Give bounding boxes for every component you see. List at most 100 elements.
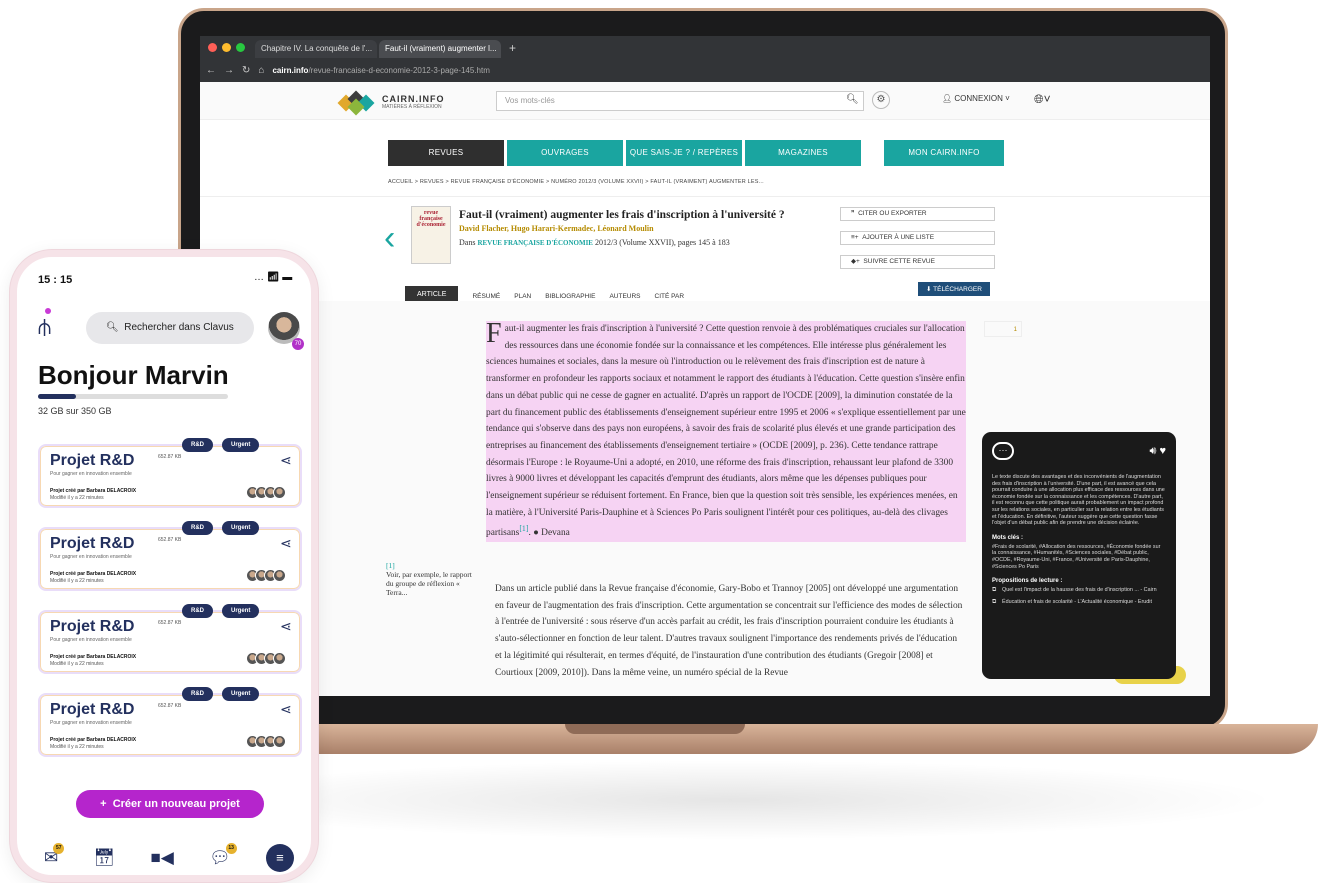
nav-3[interactable]: Magazines bbox=[745, 140, 861, 166]
video-icon[interactable]: ■◀ bbox=[150, 848, 173, 868]
card-size: 652.87 KB bbox=[158, 703, 182, 709]
home-icon[interactable]: ⌂ bbox=[258, 65, 264, 76]
article-source: Dans Revue française d'économie 2012/3 (… bbox=[459, 238, 730, 247]
browser-chrome: Chapitre IV. La conquête de l'... Faut-i… bbox=[200, 36, 1210, 82]
card-size: 652.87 KB bbox=[158, 537, 182, 543]
tag-urgent: Urgent bbox=[222, 687, 260, 701]
back-chevron-icon[interactable]: ‹ bbox=[384, 221, 395, 255]
laptop-shadow bbox=[180, 760, 1280, 840]
card-modified: Modifié il y a 22 minutes bbox=[50, 661, 104, 667]
card-size: 652.87 KB bbox=[158, 454, 182, 460]
footnote-ref[interactable]: [1] bbox=[519, 524, 528, 533]
keywords-list[interactable]: #Frais de scolarité, #Allocation des res… bbox=[992, 544, 1166, 570]
journal-link[interactable]: Revue française d'économie bbox=[477, 239, 593, 247]
calendar-icon[interactable]: 📅︎ bbox=[94, 848, 116, 868]
search-input[interactable]: Vos mots-clés bbox=[496, 91, 864, 111]
share-icon[interactable]: ⋖ bbox=[280, 618, 292, 635]
reco-link[interactable]: Quel est l'impact de la hausse des frais… bbox=[992, 587, 1166, 594]
card-size: 652.87 KB bbox=[158, 620, 182, 626]
url-text[interactable]: cairn.info/revue-francaise-d-economie-20… bbox=[272, 66, 489, 75]
card-author: Projet créé par Barbara DELACROIX bbox=[50, 488, 137, 494]
share-icon[interactable]: ⋖ bbox=[280, 452, 292, 469]
phone-mockup: 15 : 15 … 📶︎ ▬ ⫛ 🔍︎ Rechercher dans Clav… bbox=[10, 250, 318, 882]
ai-summary-panel: ··· 🔊︎ ♥ Le texte discute des avantages … bbox=[982, 432, 1176, 679]
tag-rd: R&D bbox=[182, 687, 213, 701]
avatar-badge: 70 bbox=[292, 338, 304, 350]
tag-urgent: Urgent bbox=[222, 604, 260, 618]
language-globe-icon[interactable]: 🌐︎˅ bbox=[1034, 92, 1051, 107]
storage-bar bbox=[38, 394, 228, 399]
main-nav: Revues Ouvrages Que sais-je ? / Repères Mag… bbox=[388, 140, 1004, 166]
member-avatars[interactable] bbox=[246, 569, 286, 582]
tag-rd: R&D bbox=[182, 521, 213, 535]
project-card[interactable]: R&D Urgent Projet R&D 652.87 KB Pour gag… bbox=[38, 521, 302, 591]
chat-icon[interactable]: 💬︎ 13 bbox=[209, 843, 237, 868]
tag-rd: R&D bbox=[182, 604, 213, 618]
card-title: Projet R&D bbox=[50, 618, 135, 635]
heart-icon[interactable]: ♥ bbox=[1159, 445, 1166, 457]
highlighted-paragraph[interactable]: Faut-il augmenter les frais d'inscriptio… bbox=[486, 320, 966, 543]
browser-window: Chapitre IV. La conquête de l'... Faut-i… bbox=[200, 36, 1210, 696]
reco-link[interactable]: Éducation et frais de scolarité - L'Actu… bbox=[992, 599, 1166, 606]
logo-text: CAIRN.INFO bbox=[382, 94, 445, 104]
mail-icon[interactable]: ✉ 57 bbox=[44, 843, 65, 868]
cite-export-button[interactable]: ❞ Citer ou exporter bbox=[840, 207, 995, 221]
browser-tab-2[interactable]: Faut-il (vraiment) augmenter l... bbox=[379, 40, 501, 58]
journal-cover[interactable]: revue française d'économie bbox=[411, 206, 451, 264]
devana-badge[interactable]: ● Devana bbox=[533, 529, 570, 539]
chat-bubble-icon[interactable]: ··· bbox=[992, 442, 1014, 460]
logo-mark-icon bbox=[337, 90, 376, 116]
storage-text: 32 GB sur 350 GB bbox=[38, 406, 112, 416]
card-subtitle: Pour gagner en innovation ensemble bbox=[50, 720, 132, 726]
bottom-nav: ✉ 57 📅︎ ■◀ 💬︎ 13 ≡ bbox=[44, 843, 294, 872]
tag-urgent: Urgent bbox=[222, 438, 260, 452]
nav-2[interactable]: Que sais-je ? / Repères bbox=[626, 140, 742, 166]
add-to-list-button[interactable]: ≡+ Ajouter à une liste bbox=[840, 231, 995, 245]
card-modified: Modifié il y a 22 minutes bbox=[50, 578, 104, 584]
card-author: Projet créé par Barbara DELACROIX bbox=[50, 654, 137, 660]
card-modified: Modifié il y a 22 minutes bbox=[50, 495, 104, 501]
status-time: 15 : 15 bbox=[38, 274, 73, 286]
card-author: Projet créé par Barbara DELACROIX bbox=[50, 571, 137, 577]
member-avatars[interactable] bbox=[246, 735, 286, 748]
project-card[interactable]: R&D Urgent Projet R&D 652.87 KB Pour gag… bbox=[38, 687, 302, 757]
back-icon[interactable]: ← bbox=[206, 65, 216, 76]
menu-icon[interactable]: ≡ bbox=[265, 844, 294, 872]
status-icons: … 📶︎ ▬ bbox=[254, 272, 293, 283]
new-tab-icon[interactable]: + bbox=[509, 41, 516, 55]
breadcrumb[interactable]: Accueil > Revues > Revue française d'éco… bbox=[388, 179, 764, 185]
member-avatars[interactable] bbox=[246, 652, 286, 665]
share-icon[interactable]: ⋖ bbox=[280, 701, 292, 718]
login-button[interactable]: 👤︎ Connexion ˅ bbox=[942, 94, 1010, 103]
download-button[interactable]: ⬇ Télécharger bbox=[918, 282, 990, 296]
article-title: Faut-il (vraiment) augmenter les frais d… bbox=[459, 209, 785, 221]
speaker-icon[interactable]: 🔊︎ bbox=[1149, 445, 1156, 457]
nav-4[interactable]: Mon cairn.info bbox=[884, 140, 1004, 166]
nav-0[interactable]: Revues bbox=[388, 140, 504, 166]
gear-icon[interactable]: ⚙ bbox=[872, 91, 890, 109]
search-input[interactable]: 🔍︎ Rechercher dans Clavus bbox=[86, 312, 254, 344]
article-authors[interactable]: David Flacher, Hugo Harari-Kermadec, Léo… bbox=[459, 224, 654, 233]
clavus-logo-icon[interactable]: ⫛ bbox=[38, 308, 51, 340]
follow-journal-button[interactable]: ◆+ Suivre cette revue bbox=[840, 255, 995, 269]
reco-title: Propositions de lecture : bbox=[992, 578, 1063, 585]
cairn-logo[interactable]: CAIRN.INFO MATIÈRES À RÉFLEXION bbox=[337, 90, 445, 116]
project-card[interactable]: R&D Urgent Projet R&D 652.87 KB Pour gag… bbox=[38, 604, 302, 674]
card-author: Projet créé par Barbara DELACROIX bbox=[50, 737, 137, 743]
logo-tagline: MATIÈRES À RÉFLEXION bbox=[382, 104, 442, 110]
nav-1[interactable]: Ouvrages bbox=[507, 140, 623, 166]
card-subtitle: Pour gagner en innovation ensemble bbox=[50, 471, 132, 477]
storage-bar-fill bbox=[38, 394, 76, 399]
ai-summary-text: Le texte discute des avantages et des in… bbox=[992, 474, 1165, 527]
window-controls[interactable] bbox=[208, 43, 245, 52]
share-icon[interactable]: ⋖ bbox=[280, 535, 292, 552]
browser-tab-1[interactable]: Chapitre IV. La conquête de l'... bbox=[255, 40, 377, 58]
member-avatars[interactable] bbox=[246, 486, 286, 499]
card-subtitle: Pour gagner en innovation ensemble bbox=[50, 554, 132, 560]
search-icon[interactable]: 🔍︎ bbox=[846, 94, 859, 105]
reload-icon[interactable]: ↻ bbox=[242, 65, 250, 76]
forward-icon[interactable]: → bbox=[224, 65, 234, 76]
create-project-button[interactable]: + Créer un nouveau projet bbox=[76, 790, 264, 818]
project-card[interactable]: R&D Urgent Projet R&D 652.87 KB Pour gag… bbox=[38, 438, 302, 508]
address-bar[interactable]: ← → ↻ ⌂ cairn.info/revue-francaise-d-eco… bbox=[200, 58, 1210, 82]
